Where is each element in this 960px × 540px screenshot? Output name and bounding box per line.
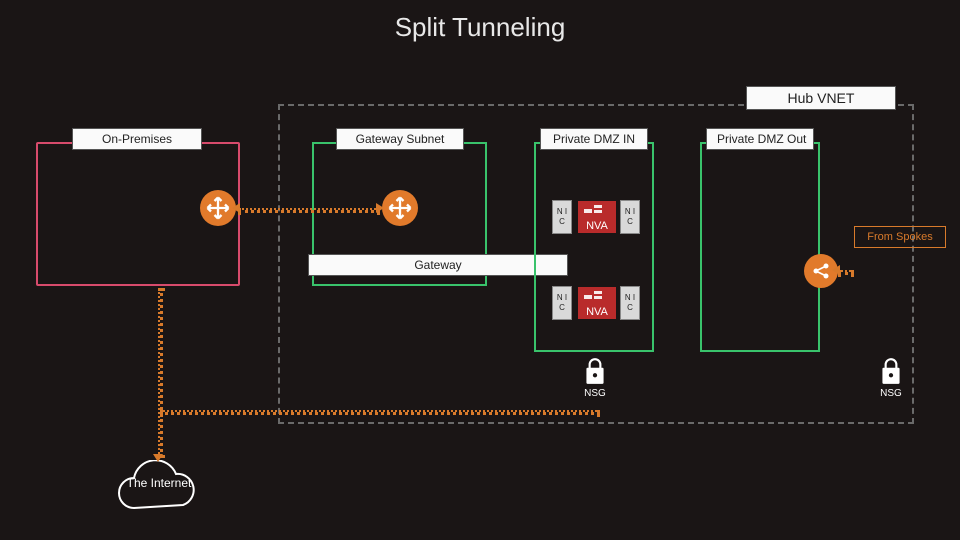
- internet-cloud: The Internet: [104, 460, 214, 520]
- nva-label: NVA: [586, 306, 608, 318]
- private-dmz-in-label: Private DMZ IN: [540, 128, 648, 150]
- nic-box: N I C: [620, 286, 640, 320]
- nva-block: NVA: [578, 201, 616, 233]
- on-premises-label: On-Premises: [72, 128, 202, 150]
- gateway-cross-icon: [382, 190, 418, 226]
- nsg-label: NSG: [880, 388, 902, 399]
- nic-box: N I C: [620, 200, 640, 234]
- private-dmz-out-label: Private DMZ Out: [706, 128, 814, 150]
- private-dmz-in-region: [534, 142, 654, 352]
- gateway-label: Gateway: [308, 254, 568, 276]
- nsg-lock: NSG: [574, 356, 616, 400]
- from-spokes-label: From Spokes: [854, 226, 946, 248]
- page-title: Split Tunneling: [0, 12, 960, 43]
- nva-block: NVA: [578, 287, 616, 319]
- internet-label: The Internet: [104, 476, 214, 490]
- nva-label: NVA: [586, 220, 608, 232]
- nsg-label: NSG: [584, 388, 606, 399]
- nic-box: N I C: [552, 200, 572, 234]
- gateway-subnet-label: Gateway Subnet: [336, 128, 464, 150]
- hub-vnet-label: Hub VNET: [746, 86, 896, 110]
- private-dmz-out-region: [700, 142, 820, 352]
- nic-box: N I C: [552, 286, 572, 320]
- nsg-lock: NSG: [870, 356, 912, 400]
- gateway-cross-icon: [200, 190, 236, 226]
